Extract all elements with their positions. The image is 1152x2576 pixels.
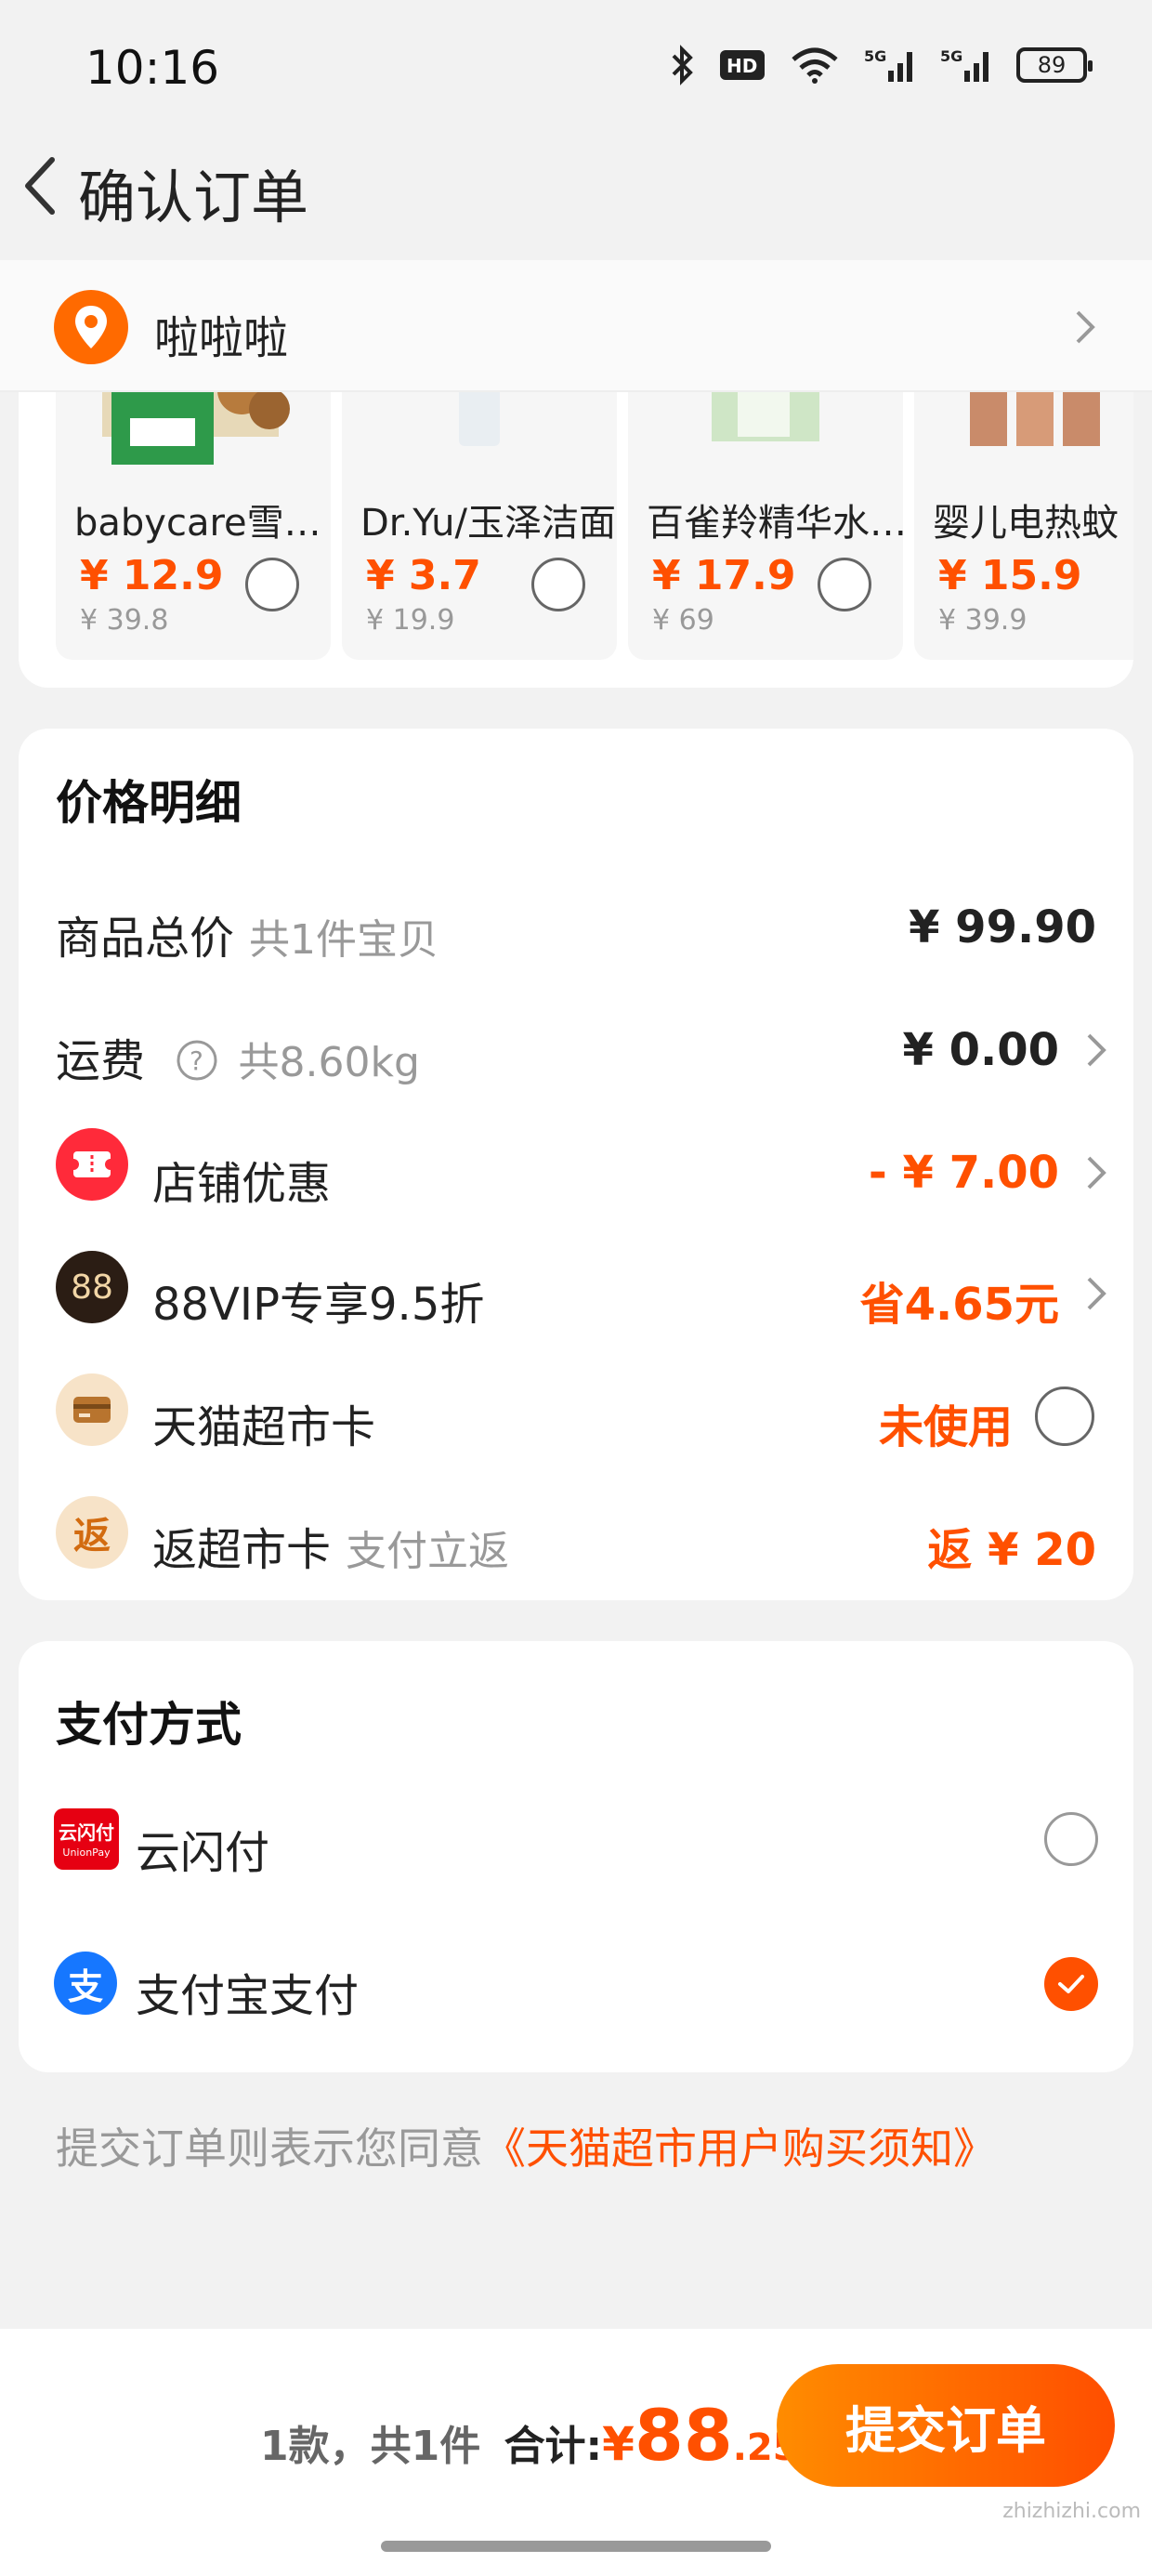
product-price: ¥ 3.7 [366,552,481,599]
shipping-label: 运费 [56,1035,146,1087]
goods-total-count: 共1件宝贝 [249,916,439,964]
shipping-row: 运费 ? 共8.60kg [56,1024,420,1089]
product-card[interactable]: 百雀羚精华水… ¥ 17.9 ¥ 69 [628,353,903,660]
product-carousel: babycare雪梨… ¥ 12.9 ¥ 39.8 Dr.Yu/玉泽洁面 ¥ 3… [19,353,1133,688]
product-original-price: ¥ 39.8 [80,604,169,637]
alipay-label: 支付宝支付 [136,1970,360,2022]
product-original-price: ¥ 19.9 [366,604,455,637]
goods-total-value: ¥ 99.90 [909,901,1096,953]
unionpay-icon: 云闪付 UnionPay [54,1808,119,1870]
rebate-sub: 支付立返 [346,1528,510,1575]
address-name: 啦啦啦 [154,312,289,364]
rebate-label: 返超市卡 [152,1524,332,1576]
unionpay-radio[interactable] [1044,1812,1098,1866]
total-label: 合计: [504,2423,603,2470]
product-price: ¥ 17.9 [652,552,796,599]
location-pin-icon [54,290,128,364]
battery-icon: 89 [1016,47,1093,83]
svg-text:HD: HD [727,55,757,77]
shipping-value: ¥ 0.00 [902,1024,1059,1076]
vip-savings-value[interactable]: 省4.65元 [860,1268,1059,1333]
product-name: 婴儿电热蚊 [933,502,1119,545]
help-circle-icon[interactable]: ? [176,1039,218,1082]
order-summary: 1款，共1件 合计:¥88.25 [260,2394,799,2477]
product-original-price: ¥ 69 [652,604,714,637]
agreement-prefix: 提交订单则表示您同意 [56,2123,483,2174]
product-select-radio[interactable] [245,558,299,611]
chevron-right-icon[interactable] [1085,1154,1107,1191]
unionpay-icon-text: 云闪付 [59,1821,114,1844]
alipay-selected-check-icon[interactable] [1044,1957,1098,2011]
shop-discount-value[interactable]: - ¥ 7.00 [869,1147,1059,1199]
shop-coupon-icon [56,1128,128,1201]
supermarket-card-value: 未使用 [878,1401,1013,1453]
watermark: zhizhizhi.com [1002,2500,1141,2523]
product-card[interactable]: Dr.Yu/玉泽洁面 ¥ 3.7 ¥ 19.9 [342,353,617,660]
product-card[interactable]: babycare雪梨… ¥ 12.9 ¥ 39.8 [56,353,331,660]
shipping-weight: 共8.60kg [238,1039,420,1086]
svg-text:5G: 5G [940,47,962,65]
svg-text:5G: 5G [864,47,886,65]
status-time: 10:16 [85,41,220,95]
rebate-value: 返 ¥ 20 [927,1524,1096,1576]
submit-order-button[interactable]: 提交订单 [777,2364,1115,2487]
product-name: Dr.Yu/玉泽洁面 [360,502,616,545]
rebate-row: 返超市卡 支付立返 [152,1513,509,1578]
bluetooth-icon [672,45,693,85]
payment-method-title: 支付方式 [56,1698,242,1752]
hd-icon: HD [720,50,765,80]
price-detail-title: 价格明细 [56,776,242,830]
chevron-right-icon[interactable] [1085,1275,1107,1312]
item-count: 1款，共1件 [260,2423,481,2470]
signal-5g-icon-2: 5G [940,47,988,82]
wifi-icon [792,47,838,84]
product-name: babycare雪梨… [74,502,331,545]
product-name: 百雀羚精华水… [647,502,903,545]
battery-level: 89 [1037,52,1067,78]
svg-text:?: ? [190,1045,203,1076]
vip-88-icon: 88 [56,1251,128,1323]
alipay-icon: 支 [54,1952,117,2015]
payment-option-unionpay[interactable]: 云闪付 UnionPay 云闪付 [19,1799,1133,1901]
agreement-text: 提交订单则表示您同意《天猫超市用户购买须知》 [56,2115,996,2176]
address-row[interactable]: 啦啦啦 [0,260,1152,392]
chevron-right-icon [1076,310,1095,344]
product-price: ¥ 15.9 [938,552,1082,599]
agreement-link[interactable]: 《天猫超市用户购买须知》 [483,2123,996,2174]
goods-total-label: 商品总价 [56,913,235,965]
product-card[interactable]: 婴儿电热蚊 ¥ 15.9 ¥ 39.9 [914,353,1133,660]
status-icons: HD 5G 5G 89 [671,45,1093,85]
product-select-radio[interactable] [818,558,871,611]
supermarket-card-radio[interactable] [1035,1387,1094,1446]
product-select-radio[interactable] [531,558,585,611]
price-detail-card: 价格明细 商品总价 共1件宝贝 ¥ 99.90 运费 ? 共8.60kg ¥ 0.… [19,729,1133,1600]
unionpay-icon-sub: UnionPay [62,1847,111,1859]
supermarket-card-label: 天猫超市卡 [152,1401,376,1453]
status-bar: 10:16 HD 5G 5G 89 [0,0,1152,139]
product-price: ¥ 12.9 [80,552,224,599]
unionpay-label: 云闪付 [136,1827,270,1879]
page-title: 确认订单 [78,164,309,231]
chevron-right-icon[interactable] [1085,1032,1107,1069]
shop-discount-label: 店铺优惠 [152,1158,332,1210]
supermarket-card-icon [56,1373,128,1446]
checkout-bar: 1款，共1件 合计:¥88.25 提交订单 zhizhizhi.com [0,2329,1152,2576]
nav-bar: 确认订单 [0,139,1152,260]
back-arrow-icon[interactable] [13,149,69,223]
total-currency: ¥ [602,2417,635,2471]
total-integer: 88 [634,2394,733,2477]
vip-label: 88VIP专享9.5折 [152,1279,485,1331]
product-original-price: ¥ 39.9 [938,604,1028,637]
goods-total-row: 商品总价 共1件宝贝 [56,901,439,966]
rebate-icon: 返 [56,1496,128,1569]
home-indicator[interactable] [381,2541,771,2552]
payment-option-alipay[interactable]: 支 支付宝支付 [19,1948,1133,2050]
payment-method-card: 支付方式 云闪付 UnionPay 云闪付 支 支付宝支付 [19,1641,1133,2072]
signal-5g-icon: 5G [864,47,912,82]
